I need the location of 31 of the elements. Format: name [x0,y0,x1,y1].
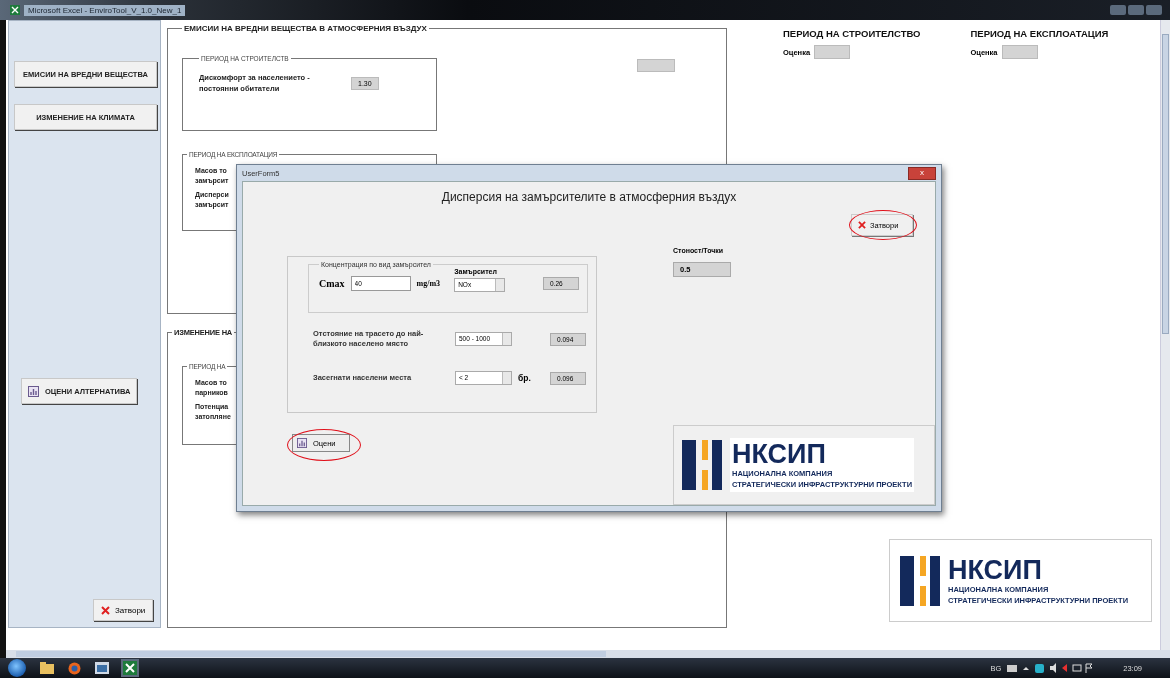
spreadsheet-icon [10,5,20,15]
logo-mark-icon [682,438,722,492]
close-icon [101,605,110,615]
window-title: Microsoft Excel - EnviroTool_V_1.0_New_1 [24,4,186,16]
panel-title: ЕМИСИИ НА ВРЕДНИ ВЕЩЕСТВА В АТМОСФЕРНИЯ ВЪЗДУХ [183,24,428,33]
value-field [637,59,675,72]
logo-mark-icon [900,553,940,608]
close-button[interactable]: x [908,166,936,180]
period-title: ПЕРИОД НА ЕКСПЛОАТАЦИЯ [970,28,1109,39]
unit-label: mg/m3 [416,279,441,288]
chart-icon [297,438,307,448]
cmax-label: Cmax [319,278,345,289]
spreadsheet-icon[interactable] [123,661,137,675]
window-icon[interactable] [95,662,109,674]
period-title: ПЕРИОД НА СТРОИТЕЛСТВО [783,28,921,39]
minimize-button[interactable] [1110,5,1126,15]
browser-icon[interactable] [68,661,81,675]
tray-icons-drawing[interactable] [1007,663,1094,673]
folder-icon[interactable] [40,662,54,674]
close-button[interactable] [1146,5,1162,15]
start-button[interactable] [8,659,26,677]
close-button[interactable]: Затвори [93,599,154,621]
logo-name: НКСИП [948,555,1043,584]
chart-icon [28,385,39,397]
score-field [1001,45,1038,59]
close-icon [858,221,866,229]
unit-label: бр. [518,373,532,383]
restore-button[interactable] [1128,5,1144,15]
dialog-heading: Дисперсия на замърсителите в атмосферния въздух [441,190,737,204]
score-field [814,45,851,59]
logo-name: НКСИП [732,440,827,468]
